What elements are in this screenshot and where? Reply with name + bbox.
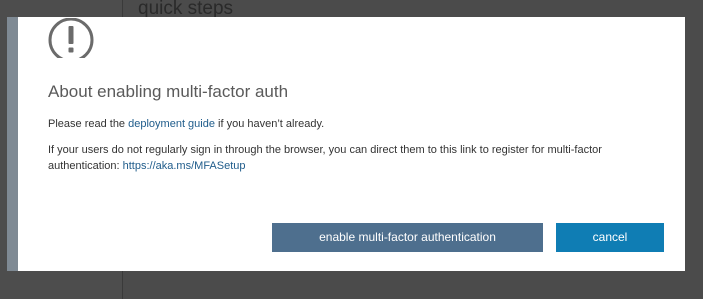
cancel-button[interactable]: cancel — [556, 223, 664, 252]
dialog-accent-bar — [7, 17, 18, 271]
mfa-setup-paragraph: If your users do not regularly sign in t… — [48, 142, 668, 174]
enable-mfa-button[interactable]: enable multi-factor authentication — [272, 223, 543, 252]
exclamation-circle-icon — [47, 18, 95, 58]
deployment-guide-paragraph: Please read the deployment guide if you … — [48, 116, 668, 132]
dialog-title: About enabling multi-factor auth — [48, 82, 289, 101]
para1-text-before: Please read the — [48, 118, 129, 130]
deployment-guide-link[interactable]: deployment guide — [128, 118, 215, 130]
para1-text-after: if you haven’t already. — [214, 118, 325, 130]
mfa-setup-link[interactable]: https://aka.ms/MFASetup — [123, 160, 246, 172]
